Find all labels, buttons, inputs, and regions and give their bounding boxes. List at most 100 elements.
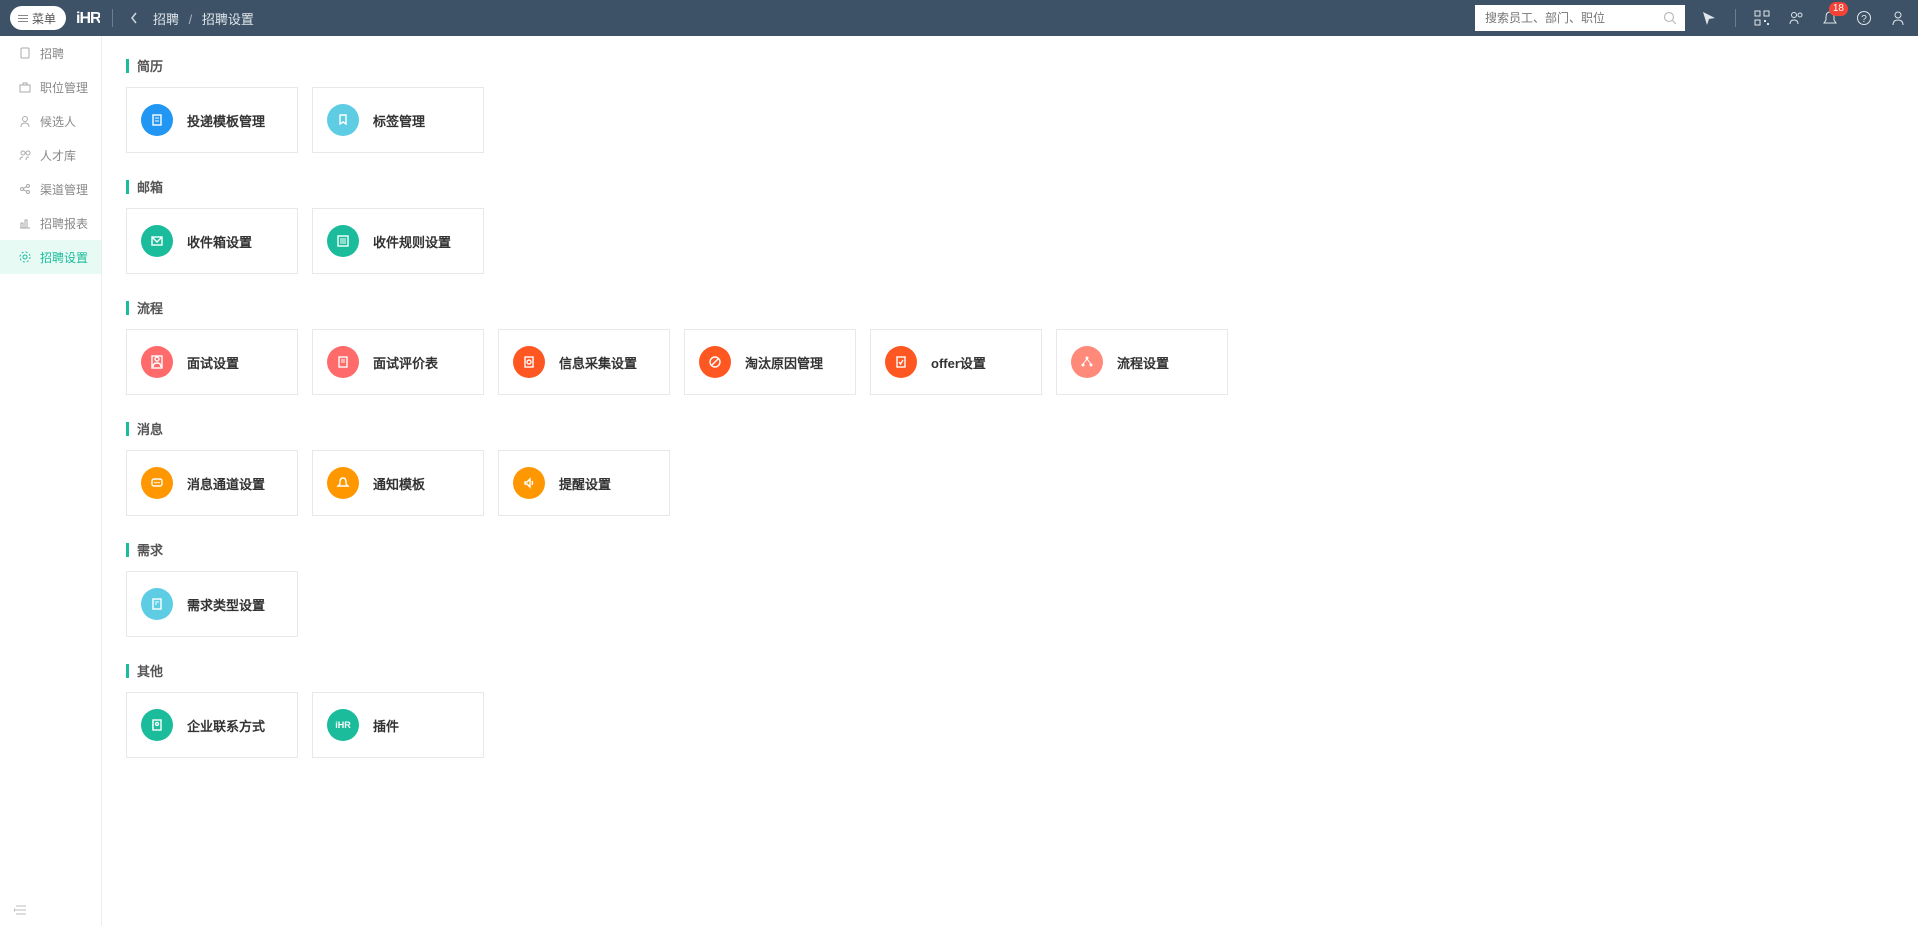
breadcrumb: 招聘 / 招聘设置 — [153, 9, 254, 28]
section: 其他企业联系方式 iHR 插件 — [126, 661, 1894, 758]
sidebar-item-label: 招聘 — [40, 45, 64, 62]
contacts-icon[interactable] — [1786, 8, 1806, 28]
card-plugin[interactable]: iHR 插件 — [312, 692, 484, 758]
card-form[interactable]: 面试评价表 — [312, 329, 484, 395]
card-title: 提醒设置 — [559, 474, 611, 493]
section-title: 需求 — [126, 540, 1894, 559]
notification-icon[interactable]: 18 — [1820, 8, 1840, 28]
card-title: offer设置 — [931, 353, 986, 372]
recruit-icon — [18, 46, 32, 60]
card-contact[interactable]: 企业联系方式 — [126, 692, 298, 758]
interview-icon — [141, 346, 173, 378]
section: 流程面试设置 面试评价表 信息采集设置 淘汰原因管理 offer设置 流程设置 — [126, 298, 1894, 395]
chart-icon — [18, 216, 32, 230]
logo: iHR — [76, 9, 100, 27]
card-offer[interactable]: offer设置 — [870, 329, 1042, 395]
card-title: 标签管理 — [373, 111, 425, 130]
card-file[interactable]: 投递模板管理 — [126, 87, 298, 153]
mail-icon — [141, 225, 173, 257]
sidebar-item-share[interactable]: 渠道管理 — [0, 172, 101, 206]
svg-text:iHR: iHR — [335, 720, 351, 730]
card-mail[interactable]: 收件箱设置 — [126, 208, 298, 274]
sidebar-item-label: 职位管理 — [40, 79, 88, 96]
search-box — [1475, 5, 1685, 31]
card-list[interactable]: 收件规则设置 — [312, 208, 484, 274]
card-collect[interactable]: 信息采集设置 — [498, 329, 670, 395]
card-title: 企业联系方式 — [187, 716, 265, 735]
sidebar-item-label: 渠道管理 — [40, 181, 88, 198]
sidebar-item-users[interactable]: 人才库 — [0, 138, 101, 172]
offer-icon — [885, 346, 917, 378]
help-icon[interactable]: ? — [1854, 8, 1874, 28]
breadcrumb-parent[interactable]: 招聘 — [153, 12, 179, 27]
card-sound[interactable]: 提醒设置 — [498, 450, 670, 516]
sidebar-item-gear[interactable]: 招聘设置 — [0, 240, 101, 274]
card-chat[interactable]: 消息通道设置 — [126, 450, 298, 516]
card-title: 通知模板 — [373, 474, 425, 493]
menu-label: 菜单 — [32, 10, 56, 27]
collapse-sidebar-icon[interactable] — [14, 904, 28, 916]
demand-icon — [141, 588, 173, 620]
sidebar-item-user[interactable]: 候选人 — [0, 104, 101, 138]
card-title: 流程设置 — [1117, 353, 1169, 372]
back-chevron-icon[interactable] — [125, 11, 143, 25]
chat-icon — [141, 467, 173, 499]
menu-button[interactable]: 菜单 — [10, 6, 66, 30]
notif-badge: 18 — [1829, 2, 1848, 16]
card-tag[interactable]: 标签管理 — [312, 87, 484, 153]
breadcrumb-current: 招聘设置 — [202, 12, 254, 27]
card-title: 收件箱设置 — [187, 232, 252, 251]
card-bell[interactable]: 通知模板 — [312, 450, 484, 516]
section: 邮箱收件箱设置收件规则设置 — [126, 177, 1894, 274]
form-icon — [327, 346, 359, 378]
sidebar-item-recruit[interactable]: 招聘 — [0, 36, 101, 70]
section-title: 流程 — [126, 298, 1894, 317]
file-icon — [141, 104, 173, 136]
card-title: 面试评价表 — [373, 353, 438, 372]
card-title: 淘汰原因管理 — [745, 353, 823, 372]
svg-text:iHR: iHR — [76, 10, 100, 27]
search-input[interactable] — [1475, 5, 1685, 31]
svg-text:?: ? — [1861, 14, 1867, 25]
gear-icon — [18, 250, 32, 264]
sidebar-item-chart[interactable]: 招聘报表 — [0, 206, 101, 240]
sidebar: 招聘职位管理候选人人才库渠道管理招聘报表招聘设置 — [0, 36, 102, 926]
reject-icon — [699, 346, 731, 378]
sidebar-item-label: 招聘报表 — [40, 215, 88, 232]
card-title: 信息采集设置 — [559, 353, 637, 372]
card-demand[interactable]: 需求类型设置 — [126, 571, 298, 637]
contact-icon — [141, 709, 173, 741]
main-content: 简历投递模板管理标签管理邮箱收件箱设置收件规则设置流程面试设置面试评价表信息采集… — [102, 36, 1918, 926]
section-title: 其他 — [126, 661, 1894, 680]
list-icon — [327, 225, 359, 257]
qr-icon[interactable] — [1752, 8, 1772, 28]
user-icon[interactable] — [1888, 8, 1908, 28]
section: 消息消息通道设置 通知模板 提醒设置 — [126, 419, 1894, 516]
card-title: 消息通道设置 — [187, 474, 265, 493]
sidebar-item-briefcase[interactable]: 职位管理 — [0, 70, 101, 104]
card-title: 收件规则设置 — [373, 232, 451, 251]
briefcase-icon — [18, 80, 32, 94]
top-header: 菜单 iHR 招聘 / 招聘设置 18 ? — [0, 0, 1918, 36]
cursor-icon[interactable] — [1699, 8, 1719, 28]
section-title: 消息 — [126, 419, 1894, 438]
card-title: 需求类型设置 — [187, 595, 265, 614]
users-icon — [18, 148, 32, 162]
card-title: 面试设置 — [187, 353, 239, 372]
flow-icon — [1071, 346, 1103, 378]
section-title: 简历 — [126, 56, 1894, 75]
card-flow[interactable]: 流程设置 — [1056, 329, 1228, 395]
hamburger-icon — [18, 15, 28, 22]
collect-icon — [513, 346, 545, 378]
divider — [1735, 9, 1736, 27]
card-reject[interactable]: 淘汰原因管理 — [684, 329, 856, 395]
user-icon — [18, 114, 32, 128]
card-title: 插件 — [373, 716, 399, 735]
share-icon — [18, 182, 32, 196]
card-interview[interactable]: 面试设置 — [126, 329, 298, 395]
card-title: 投递模板管理 — [187, 111, 265, 130]
search-icon[interactable] — [1663, 11, 1677, 25]
plugin-icon: iHR — [327, 709, 359, 741]
section: 需求需求类型设置 — [126, 540, 1894, 637]
header-right: 18 ? — [1475, 5, 1908, 31]
